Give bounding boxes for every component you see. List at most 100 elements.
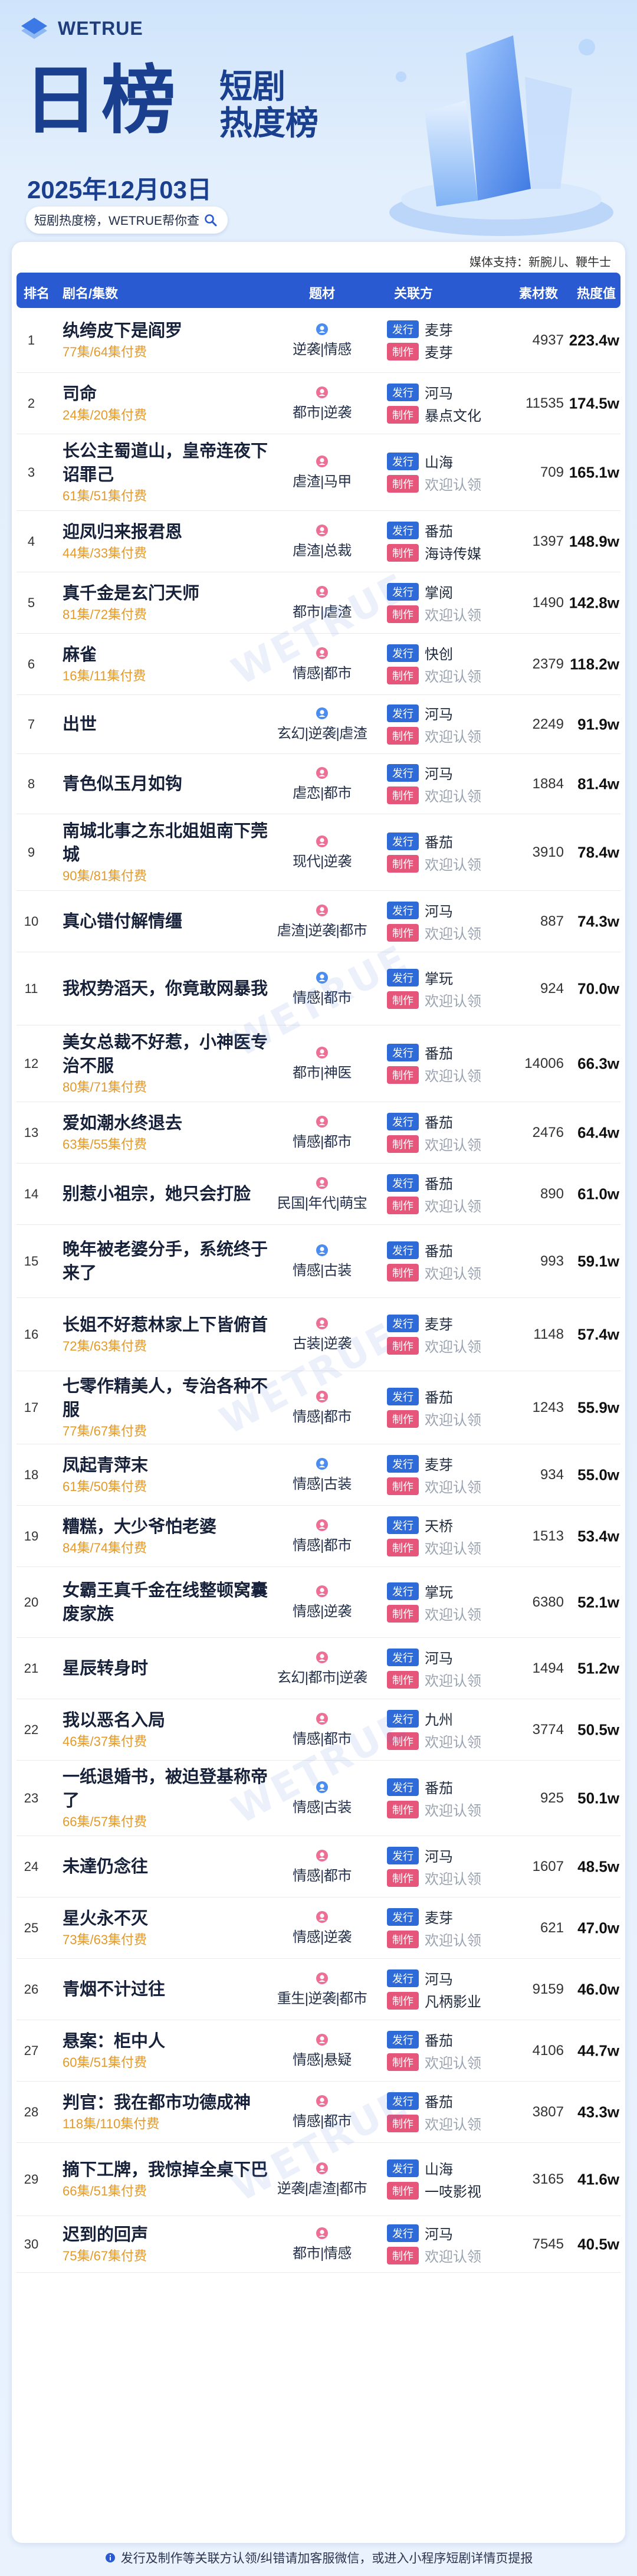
table-row[interactable]: 17 七零作精美人，专治各种不服 77集/67集付费 情感|都市 发行 番茄 制作 欢迎认领 1… <box>17 1371 620 1444</box>
drama-title[interactable]: 迟到的回声 <box>63 2223 275 2247</box>
table-row[interactable]: 12 美女总裁不好惹，小神医专治不服 80集/71集付费 都市|神医 发行 番茄 制作 欢迎认… <box>17 1025 620 1102</box>
producer-name[interactable]: 欢迎认领 <box>425 2051 481 2072</box>
drama-title[interactable]: 青色似玉月如钩 <box>63 772 275 796</box>
drama-title[interactable]: 晚年被老婆分手，系统终于来了 <box>63 1238 275 1285</box>
table-row[interactable]: 29 摘下工牌，我惊掉全桌下巴 66集/51集付费 逆袭|虐渣|都市 发行 山海 制作 一吱影… <box>17 2143 620 2216</box>
genre-cell: 情感|都市 <box>271 1849 373 1885</box>
drama-title[interactable]: 七零作精美人，专治各种不服 <box>63 1375 275 1422</box>
producer-name[interactable]: 欢迎认领 <box>425 604 481 624</box>
producer-line: 制作 海诗传媒 <box>387 542 481 564</box>
drama-title[interactable]: 青烟不计过往 <box>63 1978 275 2001</box>
producer-name[interactable]: 欢迎认领 <box>425 1262 481 1283</box>
producer-name[interactable]: 欢迎认领 <box>425 922 481 943</box>
producer-name[interactable]: 欢迎认领 <box>425 785 481 805</box>
producer-name[interactable]: 欢迎认领 <box>425 853 481 874</box>
table-row[interactable]: 30 迟到的回声 75集/67集付费 都市|情感 发行 河马 制作 欢迎认领 7545 40.5w <box>17 2216 620 2273</box>
table-row[interactable]: 25 星火永不灭 73集/63集付费 情感|逆袭 发行 麦芽 制作 欢迎认领 621 47.0w <box>17 1897 620 1959</box>
producer-line: 制作 欢迎认领 <box>387 784 481 807</box>
producer-name[interactable]: 欢迎认领 <box>425 1064 481 1085</box>
table-row[interactable]: 20 女霸王真千金在线整顿窝囊废家族 情感|逆袭 发行 掌玩 制作 欢迎认领 6380 52.1… <box>17 1567 620 1638</box>
producer-line: 制作 欢迎认领 <box>387 725 481 747</box>
table-row[interactable]: 23 一纸退婚书，被迫登基称帝了 66集/57集付费 情感|古装 发行 番茄 制作 欢迎认领 9… <box>17 1761 620 1836</box>
table-row[interactable]: 15 晚年被老婆分手，系统终于来了 情感|古装 发行 番茄 制作 欢迎认领 993 59.1w <box>17 1225 620 1298</box>
table-row[interactable]: 6 麻雀 16集/11集付费 情感|都市 发行 快创 制作 欢迎认领 2379 118.2w <box>17 634 620 695</box>
table-row[interactable]: 4 迎凤归来报君恩 44集/33集付费 虐渣|总裁 发行 番茄 制作 海诗传媒 1397 148.… <box>17 511 620 572</box>
table-row[interactable]: 21 星辰转身时 玄幻|都市|逆袭 发行 河马 制作 欢迎认领 1494 51.2w <box>17 1638 620 1699</box>
producer-name[interactable]: 欢迎认领 <box>425 1731 481 1751</box>
table-row[interactable]: 22 我以恶名入局 46集/37集付费 情感|都市 发行 九州 制作 欢迎认领 3774 50.5… <box>17 1699 620 1761</box>
table-row[interactable]: 3 长公主蜀道山，皇帝连夜下诏罪己 61集/51集付费 虐渣|马甲 发行 山海 制作 欢迎认领… <box>17 434 620 511</box>
drama-title[interactable]: 凤起青萍末 <box>63 1454 275 1477</box>
search-pill[interactable]: 短剧热度榜，WETRUE帮你查 <box>26 207 228 234</box>
table-row[interactable]: 1 纨绔皮下是阎罗 77集/64集付费 逆袭|情感 发行 麦芽 制作 麦芽 4937 223.4w <box>17 308 620 373</box>
drama-info: 迟到的回声 75集/67集付费 <box>63 2223 275 2266</box>
producer-tag: 制作 <box>387 1670 419 1689</box>
table-row[interactable]: 13 爱如潮水终退去 63集/55集付费 情感|都市 发行 番茄 制作 欢迎认领 2476 64.… <box>17 1102 620 1164</box>
table-row[interactable]: 7 出世 玄幻|逆袭|虐渣 发行 河马 制作 欢迎认领 2249 91.9w <box>17 695 620 754</box>
drama-title[interactable]: 我以恶名入局 <box>63 1709 275 1732</box>
table-row[interactable]: 26 青烟不计过往 重生|逆袭|都市 发行 河马 制作 凡柄影业 9159 46.0w <box>17 1959 620 2020</box>
table-row[interactable]: 24 未達仍念往 情感|都市 发行 河马 制作 欢迎认领 1607 48.5w <box>17 1836 620 1897</box>
producer-name[interactable]: 欢迎认领 <box>425 1603 481 1624</box>
table-row[interactable]: 16 长姐不好惹林家上下皆俯首 72集/63集付费 古装|逆袭 发行 麦芽 制作 欢迎认领 11… <box>17 1298 620 1371</box>
genre-cell: 情感|都市 <box>271 647 373 682</box>
header-count: 素材数 <box>519 286 559 301</box>
producer-name[interactable]: 欢迎认领 <box>425 1195 481 1215</box>
producer-name[interactable]: 欢迎认领 <box>425 2245 481 2266</box>
table-row[interactable]: 18 凤起青萍末 61集/50集付费 情感|古装 发行 麦芽 制作 欢迎认领 934 55.0w <box>17 1444 620 1506</box>
drama-title[interactable]: 长姐不好惹林家上下皆俯首 <box>63 1313 275 1337</box>
table-row[interactable]: 10 真心错付解情缰 虐渣|逆袭|都市 发行 河马 制作 欢迎认领 887 74.3w <box>17 891 620 952</box>
drama-title[interactable]: 星辰转身时 <box>63 1657 275 1680</box>
drama-title[interactable]: 别惹小祖宗，她只会打脸 <box>63 1182 275 1206</box>
heat-value: 91.9w <box>577 715 619 733</box>
producer-tag: 制作 <box>387 342 419 360</box>
table-row[interactable]: 11 我权势滔天，你竟敢网暴我 情感|都市 发行 掌玩 制作 欢迎认领 924 70.0w <box>17 952 620 1025</box>
producer-name[interactable]: 欢迎认领 <box>425 989 481 1010</box>
producer-name[interactable]: 欢迎认领 <box>425 2113 481 2133</box>
drama-title[interactable]: 长公主蜀道山，皇帝连夜下诏罪己 <box>63 440 275 487</box>
drama-title[interactable]: 南城北事之东北姐姐南下莞城 <box>63 820 275 867</box>
table-row[interactable]: 8 青色似玉月如钩 虐恋|都市 发行 河马 制作 欢迎认领 1884 81.4w <box>17 754 620 814</box>
table-row[interactable]: 2 司命 24集/20集付费 都市|逆袭 发行 河马 制作 暴点文化 11535 174.5w <box>17 373 620 434</box>
drama-title[interactable]: 一纸退婚书，被迫登基称帝了 <box>63 1765 275 1813</box>
producer-name[interactable]: 欢迎认领 <box>425 665 481 686</box>
producer-name[interactable]: 欢迎认领 <box>425 1799 481 1820</box>
table-row[interactable]: 27 悬案：柜中人 60集/51集付费 情感|悬疑 发行 番茄 制作 欢迎认领 4106 44.7… <box>17 2020 620 2082</box>
drama-title[interactable]: 出世 <box>63 713 275 736</box>
producer-name[interactable]: 欢迎认领 <box>425 1335 481 1356</box>
producer-name[interactable]: 欢迎认领 <box>425 1929 481 1949</box>
rank-number: 23 <box>24 1790 39 1805</box>
wetrue-logo: WETRUE <box>18 15 143 41</box>
female-audience-icon <box>316 1046 328 1058</box>
drama-title[interactable]: 纨绔皮下是阎罗 <box>63 319 275 343</box>
drama-title[interactable]: 真千金是玄门天师 <box>63 582 275 605</box>
producer-name[interactable]: 欢迎认领 <box>425 1669 481 1690</box>
producer-name[interactable]: 欢迎认领 <box>425 1537 481 1558</box>
table-row[interactable]: 5 真千金是玄门天师 81集/72集付费 都市|虐渣 发行 掌阅 制作 欢迎认领 1490 142… <box>17 572 620 634</box>
producer-name[interactable]: 欢迎认领 <box>425 473 481 494</box>
drama-title[interactable]: 判官：我在都市功德成神 <box>63 2091 275 2115</box>
drama-title[interactable]: 悬案：柜中人 <box>63 2030 275 2053</box>
drama-title[interactable]: 女霸王真千金在线整顿窝囊废家族 <box>63 1579 275 1626</box>
drama-title[interactable]: 糟糕，大少爷怕老婆 <box>63 1515 275 1539</box>
producer-name[interactable]: 欢迎认领 <box>425 1476 481 1496</box>
drama-title[interactable]: 我权势滔天，你竟敢网暴我 <box>63 977 275 1001</box>
drama-title[interactable]: 星火永不灭 <box>63 1907 275 1931</box>
drama-title[interactable]: 未達仍念往 <box>63 1855 275 1879</box>
drama-title[interactable]: 麻雀 <box>63 643 275 667</box>
producer-name[interactable]: 欢迎认领 <box>425 1133 481 1154</box>
table-row[interactable]: 14 别惹小祖宗，她只会打脸 民国|年代|萌宝 发行 番茄 制作 欢迎认领 890 61.0w <box>17 1164 620 1225</box>
table-row[interactable]: 19 糟糕，大少爷怕老婆 84集/74集付费 情感|都市 发行 天桥 制作 欢迎认领 1513 5… <box>17 1506 620 1567</box>
drama-title[interactable]: 真心错付解情缰 <box>63 910 275 933</box>
producer-name[interactable]: 欢迎认领 <box>425 1408 481 1429</box>
producer-name[interactable]: 欢迎认领 <box>425 725 481 746</box>
drama-title[interactable]: 摘下工牌，我惊掉全桌下巴 <box>63 2158 275 2182</box>
issuer-name: 番茄 <box>425 1176 453 1192</box>
drama-title[interactable]: 爱如潮水终退去 <box>63 1112 275 1135</box>
drama-title[interactable]: 迎凤归来报君恩 <box>63 520 275 544</box>
producer-name[interactable]: 欢迎认领 <box>425 1867 481 1888</box>
drama-title[interactable]: 司命 <box>63 382 275 406</box>
table-row[interactable]: 28 判官：我在都市功德成神 118集/110集付费 情感|都市 发行 番茄 制作 欢迎认领 3… <box>17 2082 620 2143</box>
drama-title[interactable]: 美女总裁不好惹，小神医专治不服 <box>63 1031 275 1078</box>
table-row[interactable]: 9 南城北事之东北姐姐南下莞城 90集/81集付费 现代|逆袭 发行 番茄 制作 欢迎认领 39… <box>17 814 620 891</box>
